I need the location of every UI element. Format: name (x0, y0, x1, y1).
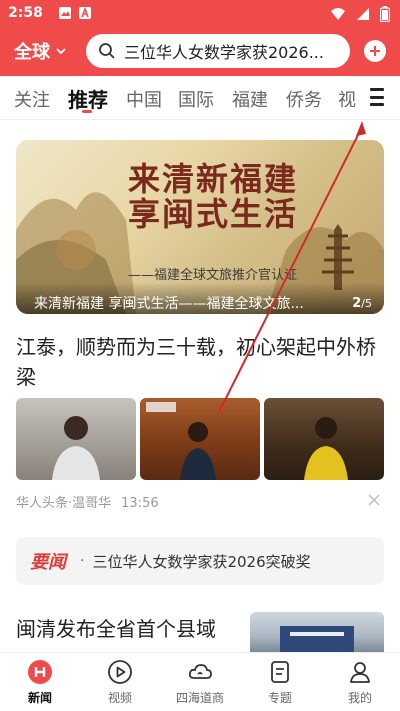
nav-news[interactable]: 新闻 (0, 659, 80, 706)
close-icon[interactable] (368, 494, 380, 506)
nav-video[interactable]: 视频 (80, 659, 160, 706)
status-bar: 2:58 (0, 0, 400, 28)
tab-international[interactable]: 国际 (178, 86, 214, 112)
tab-video[interactable]: 视 (338, 86, 358, 112)
banner-title: 来清新福建 享闽式生活 (128, 160, 299, 234)
featured-banner[interactable]: 来清新福建 享闽式生活 ——福建全球文旅推介官认证 来清新福建 享闽式生活——福… (16, 140, 384, 314)
headline-tag: 要闻 (30, 552, 66, 573)
bottom-navigation: 新闻 视频 四海道商 专题 我的 (0, 652, 400, 711)
battery-icon (380, 6, 390, 22)
image-notification-icon (59, 7, 71, 19)
headline-text: 三位华人女数学家获2026突破奖 (92, 552, 311, 571)
article-photo[interactable] (264, 398, 384, 480)
news-icon (28, 660, 52, 684)
chevron-down-icon (56, 48, 66, 55)
region-label: 全球 (14, 42, 50, 63)
speaker-photo-image (146, 402, 216, 480)
article-title[interactable]: 江泰，顺势而为三十载，初心架起中外桥梁 (16, 332, 386, 392)
person-photo-image (52, 416, 100, 480)
signal-icon (357, 8, 369, 20)
person-icon (350, 662, 370, 683)
tab-fujian[interactable]: 福建 (232, 86, 268, 112)
page-total: /5 (361, 296, 372, 310)
article-meta: 华人头条·温哥华 13:56 (16, 492, 159, 511)
search-bar[interactable]: 三位华人女数学家获2026... (86, 34, 350, 68)
nav-label: 我的 (347, 691, 372, 705)
article-thumbnail[interactable] (250, 612, 384, 652)
channel-menu-button[interactable] (370, 88, 384, 106)
headline-strip[interactable]: 要闻 · 三位华人女数学家获2026突破奖 (16, 537, 384, 585)
nav-label: 专题 (267, 691, 292, 705)
document-icon (271, 661, 289, 683)
conference-photo-image (280, 626, 354, 652)
nav-label: 视频 (107, 691, 132, 705)
search-icon (99, 43, 115, 59)
banner-caption: 来清新福建 享闽式生活——福建全球文旅... 2/5 (16, 282, 384, 314)
banner-page-indicator: 2/5 (352, 296, 372, 311)
headline-separator: · (80, 553, 85, 569)
channel-tabs: 关注 推荐 中国 国际 福建 侨务 视 (0, 76, 400, 120)
search-suggestion-text: 三位华人女数学家获2026... (124, 43, 324, 62)
page-current: 2 (352, 295, 362, 311)
add-button[interactable] (364, 40, 386, 62)
nav-business[interactable]: 四海道商 (160, 659, 240, 706)
menu-line-icon (370, 103, 384, 106)
person-yellow-shirt-image (304, 417, 348, 480)
article-photo[interactable] (140, 398, 260, 480)
nav-topics[interactable]: 专题 (240, 659, 320, 706)
article-time: 13:56 (121, 496, 159, 511)
app-notification-icon (79, 6, 91, 19)
tab-overseas[interactable]: 侨务 (286, 86, 322, 112)
play-icon (108, 660, 132, 684)
tab-follow[interactable]: 关注 (14, 86, 50, 112)
tab-china[interactable]: 中国 (126, 86, 162, 112)
plus-icon (370, 46, 380, 56)
top-header: 2:58 全球 三位华人女数学家获2026... (0, 0, 400, 76)
cloud-icon (188, 664, 212, 679)
status-time: 2:58 (8, 5, 43, 21)
region-selector[interactable]: 全球 (14, 38, 66, 64)
banner-subtitle: ——福建全球文旅推介官认证 (128, 268, 298, 283)
menu-line-icon (370, 88, 384, 91)
wifi-icon (331, 8, 345, 20)
article-title[interactable]: 闽清发布全省首个县域 (16, 614, 238, 652)
active-tab-indicator (82, 110, 92, 113)
nav-profile[interactable]: 我的 (320, 659, 400, 706)
banner-caption-text: 来清新福建 享闽式生活——福建全球文旅... (34, 296, 304, 312)
article-source: 华人头条·温哥华 (16, 496, 112, 511)
nav-label: 新闻 (27, 691, 52, 705)
tab-recommended[interactable]: 推荐 (68, 84, 108, 113)
article-image-row[interactable] (16, 398, 384, 480)
article-photo[interactable] (16, 398, 136, 480)
nav-label: 四海道商 (175, 691, 224, 705)
menu-line-icon (370, 95, 384, 99)
